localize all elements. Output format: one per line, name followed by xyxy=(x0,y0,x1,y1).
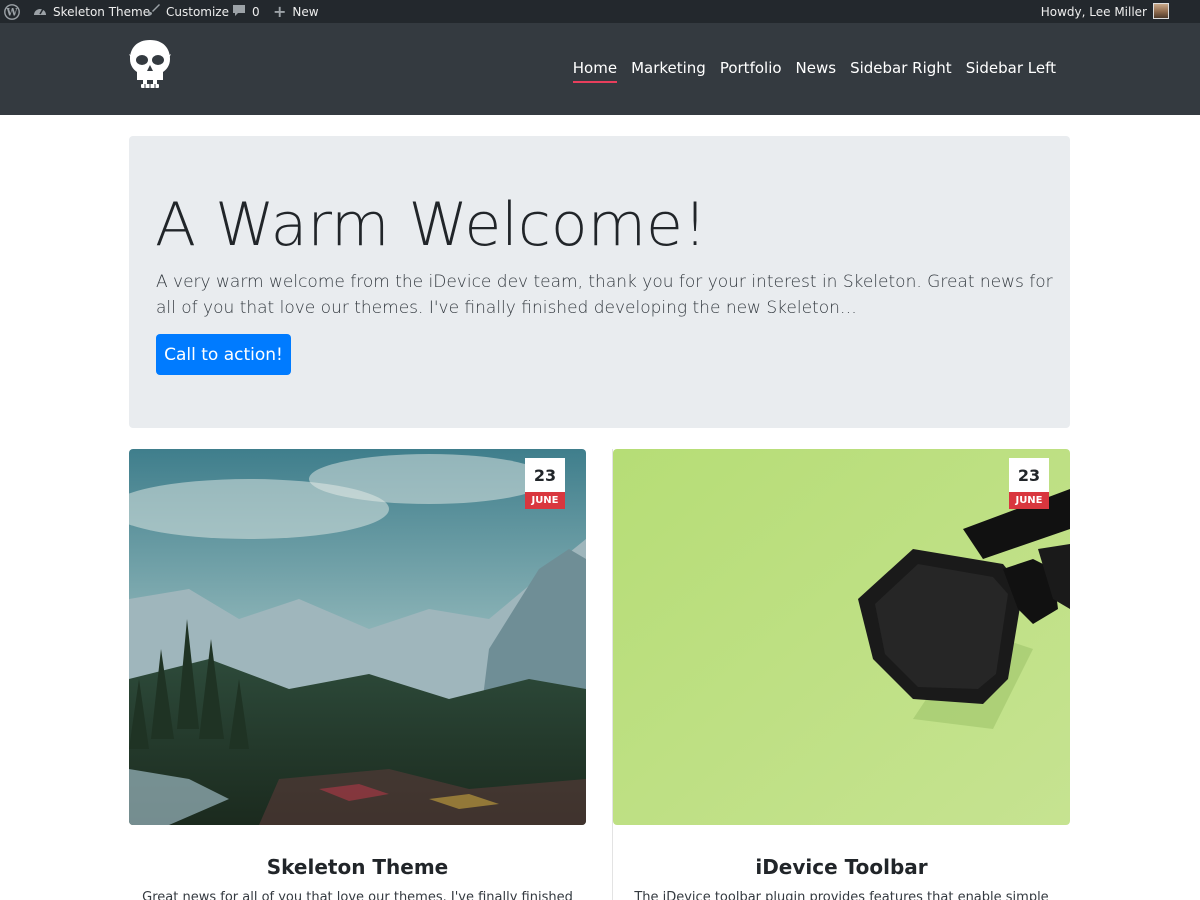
call-to-action-button[interactable]: Call to action! xyxy=(156,334,291,375)
post-title[interactable]: iDevice Toolbar xyxy=(613,855,1070,879)
hero-text: A very warm welcome from the iDevice dev… xyxy=(156,272,1053,318)
site-header: Home Marketing Portfolio News Sidebar Ri… xyxy=(0,23,1200,115)
post-card[interactable]: 23 JUNE Skeleton Theme Great news for al… xyxy=(129,449,586,900)
post-date-day: 23 xyxy=(1009,458,1049,492)
wp-admin-bar: W Skeleton Theme Customize 0 + New Howdy… xyxy=(0,0,1200,23)
nav-item-news[interactable]: News xyxy=(796,59,837,83)
admin-bar-new[interactable]: + New xyxy=(273,0,319,23)
post-date-day: 23 xyxy=(525,458,565,492)
nav-item-home[interactable]: Home xyxy=(572,59,618,83)
avatar[interactable] xyxy=(1153,3,1169,19)
admin-bar-howdy-label: Howdy, Lee Miller xyxy=(1040,4,1147,19)
admin-bar-customize[interactable]: Customize xyxy=(146,0,229,23)
admin-bar-customize-label: Customize xyxy=(166,4,229,19)
hero-title: A Warm Welcome! xyxy=(155,190,708,260)
admin-bar-comments[interactable]: 0 xyxy=(232,0,260,23)
skull-logo-icon[interactable] xyxy=(127,38,173,90)
post-excerpt: Great news for all of you that love our … xyxy=(142,890,573,900)
svg-text:W: W xyxy=(5,7,18,18)
hero-jumbotron: A Warm Welcome! A very warm welcome from… xyxy=(129,136,1070,428)
nav-item-portfolio[interactable]: Portfolio xyxy=(720,59,782,83)
post-date-month: JUNE xyxy=(1009,492,1049,509)
post-title[interactable]: Skeleton Theme xyxy=(129,855,586,879)
paintbrush-icon xyxy=(146,3,160,20)
post-card[interactable]: 23 JUNE iDevice Toolbar The iDevice tool… xyxy=(612,449,1070,900)
post-date-month: JUNE xyxy=(525,492,565,509)
admin-bar-new-label: New xyxy=(292,4,319,19)
nav-item-marketing[interactable]: Marketing xyxy=(631,59,706,83)
admin-bar-account[interactable]: Howdy, Lee Miller xyxy=(1041,0,1147,23)
nav-item-sidebar-left[interactable]: Sidebar Left xyxy=(966,59,1056,83)
post-date-badge: 23 JUNE xyxy=(1009,458,1049,509)
post-date-badge: 23 JUNE xyxy=(525,458,565,509)
comment-icon xyxy=(232,4,246,20)
wordpress-logo-icon[interactable]: W xyxy=(0,0,23,23)
admin-bar-comments-count: 0 xyxy=(252,4,260,19)
post-image-sunglasses[interactable]: 23 JUNE xyxy=(613,449,1070,825)
admin-bar-site-link[interactable]: Skeleton Theme xyxy=(33,0,150,23)
post-image-mountains[interactable]: 23 JUNE xyxy=(129,449,586,825)
plus-icon: + xyxy=(273,2,287,21)
admin-bar-site-name: Skeleton Theme xyxy=(53,4,151,19)
post-excerpt: The iDevice toolbar plugin provides feat… xyxy=(634,890,1049,900)
nav-item-sidebar-right[interactable]: Sidebar Right xyxy=(850,59,952,83)
main-nav: Home Marketing Portfolio News Sidebar Ri… xyxy=(559,59,1056,83)
dashboard-icon xyxy=(33,4,47,19)
